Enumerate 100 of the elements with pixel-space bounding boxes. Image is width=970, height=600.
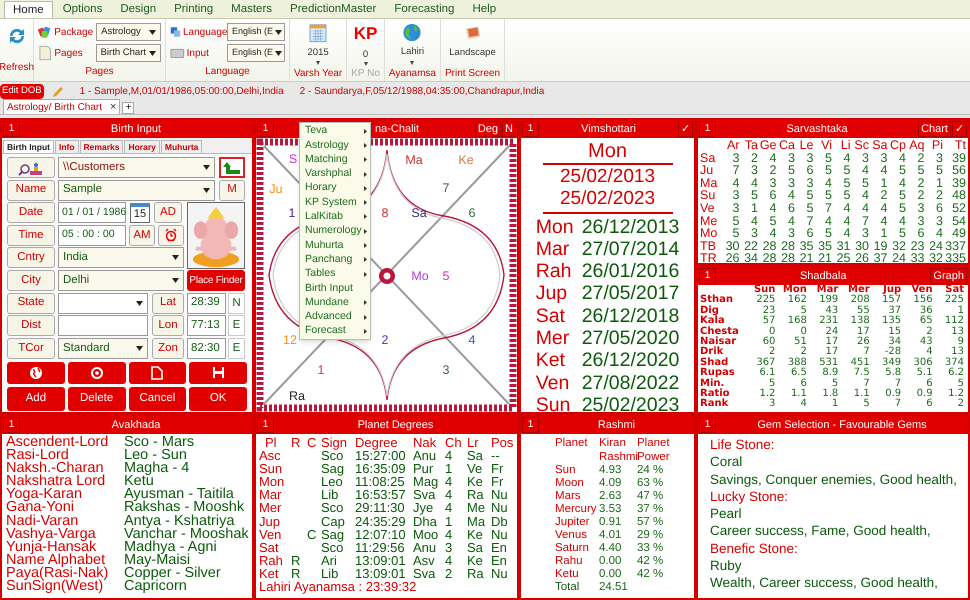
time-correction-dropdown[interactable]: Standard [58,338,148,359]
dropdown[interactable]: Birth Chart [96,44,161,62]
badge-button[interactable]: 1 [522,417,539,433]
coordinate-button[interactable]: Lon [152,315,184,336]
menu-item[interactable]: Tables [300,266,370,282]
field-button[interactable]: Date [7,202,55,224]
field-button[interactable]: Name [7,180,55,201]
table-cell-text: 21 [817,252,832,263]
tab[interactable]: Info [54,140,79,153]
dropdown-arrow-icon[interactable] [410,60,414,65]
tab[interactable]: Horary [124,140,160,153]
tab[interactable]: Birth Input [3,140,54,153]
dropdown[interactable]: English (E [227,44,285,62]
dropdown[interactable]: Astrology [96,23,161,41]
coordinate-field[interactable]: 77:13 [187,315,226,336]
coordinate-field[interactable]: 28:39 [187,292,226,314]
document-tab[interactable]: Astrology/ Birth Chart × [3,99,120,114]
date-field[interactable]: 01 / 01 / 1986 [58,202,126,224]
state-dropdown[interactable] [58,292,148,314]
action-button[interactable]: Cancel [128,386,186,411]
dob-record-link[interactable]: 1 - Sample,M,01/01/1986,05:00:00,Delhi,India [80,84,284,99]
header-button[interactable]: ✓ [952,121,967,137]
header-button[interactable]: Deg [474,121,502,137]
edit-dob-button[interactable]: Edit DOB [0,84,44,99]
badge-button[interactable]: 1 [522,121,539,137]
city-dropdown[interactable]: Delhi [58,270,184,291]
gender-button[interactable]: M [219,180,245,201]
badge-button[interactable]: 1 [699,417,716,433]
dropdown[interactable]: English (E [227,23,285,41]
ampm-button[interactable]: AM [129,224,155,246]
menu-item[interactable]: Muhurta [300,238,370,253]
field-button[interactable]: State [7,292,55,314]
icon-button[interactable] [189,362,247,384]
new-tab-button[interactable]: + [122,102,134,114]
menu-tab[interactable]: Home [4,1,53,18]
menu-tab[interactable]: Printing [166,1,222,18]
time-field[interactable]: 05 : 00 : 00 [58,224,126,246]
icon-button[interactable] [128,362,186,384]
tool-value[interactable]: Landscape [449,46,496,60]
up-button[interactable] [219,157,245,178]
district-field[interactable] [58,315,148,336]
menu-item[interactable]: Numerology [300,224,370,238]
menu-item[interactable]: KP System [300,195,370,210]
menu-item[interactable]: Varshphal [300,166,370,182]
badge-button[interactable]: 1 [699,268,716,284]
coordinate-button[interactable]: Lat [152,292,184,314]
menu-item[interactable]: Astrology [300,138,370,153]
alarm-button[interactable] [158,224,184,246]
menu-tab[interactable]: Help [464,1,504,18]
name-dropdown[interactable]: Sample [58,180,215,201]
place-finder-button[interactable]: Place Finder [187,270,245,291]
calendar-button[interactable]: 15 [130,202,150,223]
header-button[interactable]: ✓ [678,121,693,137]
tool-value[interactable]: 2015 [308,46,329,60]
menu-item[interactable]: Birth Input [300,281,370,296]
menu-tab[interactable]: Options [54,1,110,18]
country-dropdown[interactable]: India [58,247,184,268]
menu-item[interactable]: Matching [300,152,370,167]
tab[interactable]: Remarks [80,140,124,153]
menu-item[interactable]: Horary [300,181,370,196]
dropdown-arrow-icon[interactable] [316,60,320,65]
menu-tab[interactable]: Design [112,1,164,18]
action-button[interactable]: OK [189,386,247,411]
field-button[interactable]: City [7,270,55,291]
menu-item[interactable]: Forecast [300,324,370,338]
menu-item[interactable]: Teva [300,124,370,138]
icon-button[interactable] [7,362,65,384]
folder-dropdown[interactable]: \\Customers [58,157,215,178]
field-button[interactable]: Dist [7,315,55,336]
calendar-icon[interactable] [308,23,328,43]
era-button[interactable]: AD [154,202,182,224]
menu-item[interactable]: LalKitab [300,210,370,224]
action-button[interactable]: Delete [68,386,126,411]
coordinate-button[interactable]: Zon [152,338,184,359]
refresh-label[interactable]: Refresh [0,60,34,75]
menu-tab[interactable]: PredictionMaster [282,1,384,18]
customer-search-button[interactable] [7,157,55,178]
coordinate-field[interactable]: 82:30 [187,338,226,359]
badge-button[interactable]: 1 [3,121,20,137]
icon-button[interactable] [68,362,126,384]
badge-button[interactable]: 1 [257,417,274,433]
header-button[interactable]: Graph [930,268,967,284]
tab[interactable]: Muhurta [160,140,202,153]
field-button[interactable]: TCor [7,338,55,359]
header-button[interactable]: N [502,121,516,137]
header-button[interactable]: Chart [918,121,951,137]
tool-value[interactable]: Lahiri [400,45,424,60]
menu-item[interactable]: Mundane [300,296,370,310]
action-button[interactable]: Add [7,386,65,411]
dob-record-link[interactable]: 2 - Saundarya,F,05/12/1988,04:35:00,Chandrapur,India [300,84,544,99]
menu-item[interactable]: Advanced [300,310,370,324]
field-button[interactable]: Cntry [7,247,55,268]
badge-button[interactable]: 1 [699,121,716,137]
menu-tab[interactable]: Masters [223,1,280,18]
menu-item[interactable]: Panchang [300,252,370,267]
menu-tab[interactable]: Forecasting [386,1,462,18]
badge-button[interactable]: 1 [257,121,274,137]
badge-button[interactable]: 1 [3,417,20,433]
close-button[interactable]: × [110,98,116,116]
field-button[interactable]: Time [7,224,55,246]
